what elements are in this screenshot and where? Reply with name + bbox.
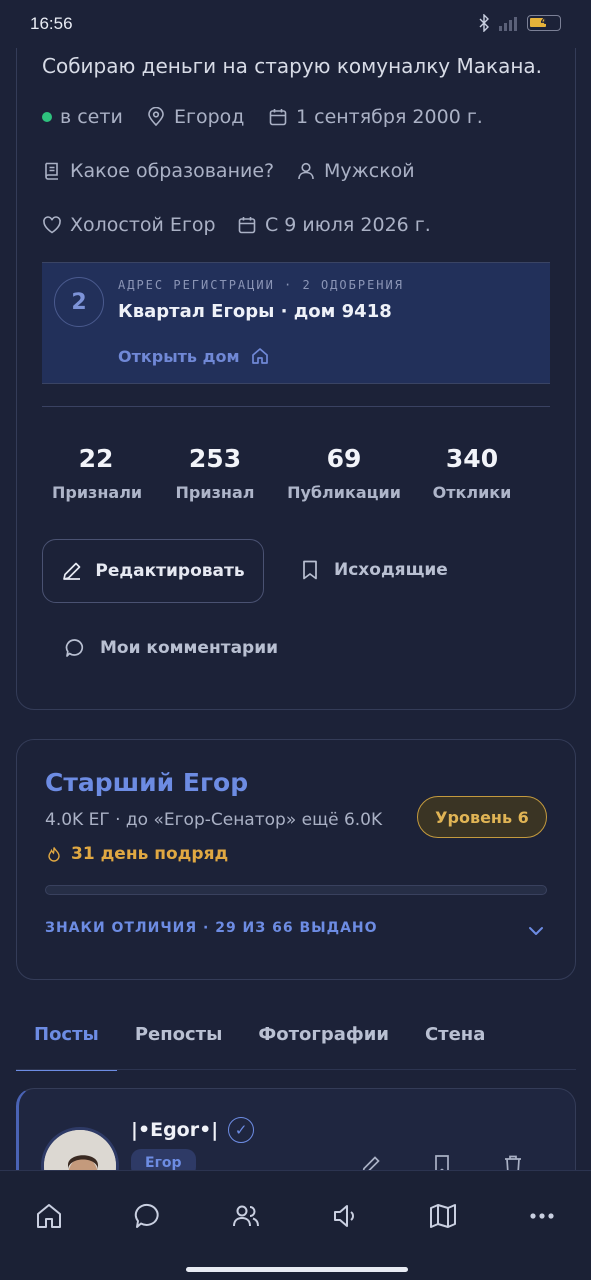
relationship-label: Холостой Егор — [70, 214, 216, 236]
signal-icon — [499, 15, 517, 31]
level-progress-text: 4.0K ЕГ · до «Егор-Сенатор» ещё 6.0K — [45, 810, 383, 830]
bookmark-icon — [303, 560, 317, 580]
stat-label: Отклики — [432, 483, 512, 502]
open-house-link[interactable]: Открыть дом — [118, 346, 270, 366]
edit-profile-button[interactable]: Редактировать — [42, 539, 264, 603]
open-house-label: Открыть дом — [118, 346, 240, 366]
battery-level: 4 — [540, 16, 548, 27]
more-icon[interactable] — [527, 1201, 557, 1231]
education-info: Какое образование? — [42, 160, 274, 182]
birthday-info: 1 сентября 2000 г. — [268, 106, 483, 128]
gender-info: Мужской — [296, 160, 415, 182]
calendar-icon — [238, 217, 256, 234]
badges-summary[interactable]: ЗНАКИ ОТЛИЧИЯ · 29 ИЗ 66 ВЫДАНО — [45, 920, 378, 936]
level-progress-bar — [45, 885, 547, 895]
speaker-icon[interactable] — [330, 1201, 360, 1231]
stat-value: 253 — [188, 444, 242, 473]
person-icon — [298, 162, 314, 180]
tab-wall[interactable]: Стена — [407, 1014, 503, 1071]
birthday-label: 1 сентября 2000 г. — [296, 106, 483, 128]
joined-label: С 9 июля 2026 г. — [265, 214, 431, 236]
education-label: Какое образование? — [70, 160, 275, 182]
registration-box: 2 АДРЕС РЕГИСТРАЦИИ · 2 ОДОБРЕНИЯ Кварта… — [42, 262, 550, 384]
profile-tabs: Посты Репосты Фотографии Стена — [16, 1014, 576, 1071]
verified-check-icon: ✓ — [228, 1117, 255, 1143]
stat-value: 69 — [326, 444, 362, 473]
chat-icon[interactable] — [133, 1201, 163, 1231]
tab-posts[interactable]: Посты — [16, 1014, 117, 1071]
stat-responses[interactable]: 340 Отклики — [430, 444, 514, 502]
stat-value: 22 — [78, 444, 114, 473]
online-status: в сети — [42, 106, 123, 128]
tab-reposts[interactable]: Репосты — [117, 1014, 241, 1071]
stat-recognized-by[interactable]: 22 Признали — [52, 444, 143, 502]
streak-label: 31 день подряд — [71, 844, 229, 864]
stat-value: 340 — [445, 444, 499, 473]
my-comments-label: Мои комментарии — [100, 638, 279, 658]
people-icon[interactable] — [231, 1201, 261, 1231]
outgoing-label: Исходящие — [334, 560, 448, 580]
registration-address: Квартал Егоры · дом 9418 — [118, 301, 392, 322]
online-dot-icon — [42, 112, 52, 122]
online-label: в сети — [60, 106, 123, 128]
registration-label: АДРЕС РЕГИСТРАЦИИ · 2 ОДОБРЕНИЯ — [118, 278, 404, 292]
home-icon[interactable] — [34, 1201, 64, 1231]
my-comments-button[interactable]: Мои комментарии — [64, 637, 278, 659]
tab-photos[interactable]: Фотографии — [240, 1014, 407, 1071]
heart-icon — [43, 216, 61, 234]
house-icon — [251, 348, 268, 364]
comment-icon — [65, 639, 84, 657]
outgoing-button[interactable]: Исходящие — [300, 559, 448, 581]
level-card: Старший Егор 4.0K ЕГ · до «Егор-Сенатор»… — [16, 739, 576, 980]
stat-label: Признали — [52, 483, 143, 502]
map-icon[interactable] — [428, 1201, 458, 1231]
gender-label: Мужской — [324, 160, 415, 182]
city-label: Егород — [174, 106, 245, 128]
section-divider — [42, 406, 550, 407]
status-time: 16:56 — [30, 14, 73, 33]
home-indicator[interactable] — [186, 1267, 408, 1272]
status-icons: 4 — [479, 14, 561, 32]
flame-icon — [48, 847, 60, 862]
battery-icon: 4 — [527, 15, 561, 31]
profile-bio: Собираю деньги на старую комуналку Макан… — [42, 54, 543, 78]
bottom-navigation — [0, 1170, 591, 1280]
joined-info: С 9 июля 2026 г. — [237, 214, 431, 236]
level-badge[interactable]: Уровень 6 — [417, 796, 547, 838]
education-icon — [45, 162, 58, 180]
chevron-down-icon[interactable] — [525, 920, 547, 942]
tabs-divider — [16, 1069, 576, 1070]
status-bar: 16:56 4 — [0, 0, 591, 48]
location-pin-icon — [148, 107, 164, 127]
post-author-name: |•Egor•| — [131, 1119, 219, 1141]
calendar-icon — [269, 109, 287, 126]
level-title: Старший Егор — [45, 768, 249, 797]
pencil-icon — [63, 562, 81, 580]
relationship-info: Холостой Егор — [42, 214, 216, 236]
registration-number: 2 — [54, 277, 104, 327]
stat-publications[interactable]: 69 Публикации — [286, 444, 402, 502]
stat-recognized[interactable]: 253 Признал — [172, 444, 258, 502]
post-author[interactable]: |•Egor•| ✓ — [131, 1117, 255, 1143]
stat-label: Публикации — [287, 483, 401, 502]
streak-info: 31 день подряд — [47, 844, 228, 864]
stat-label: Признал — [175, 483, 255, 502]
bluetooth-icon — [479, 14, 489, 32]
edit-profile-label: Редактировать — [95, 561, 245, 581]
city-info[interactable]: Егород — [146, 106, 244, 128]
